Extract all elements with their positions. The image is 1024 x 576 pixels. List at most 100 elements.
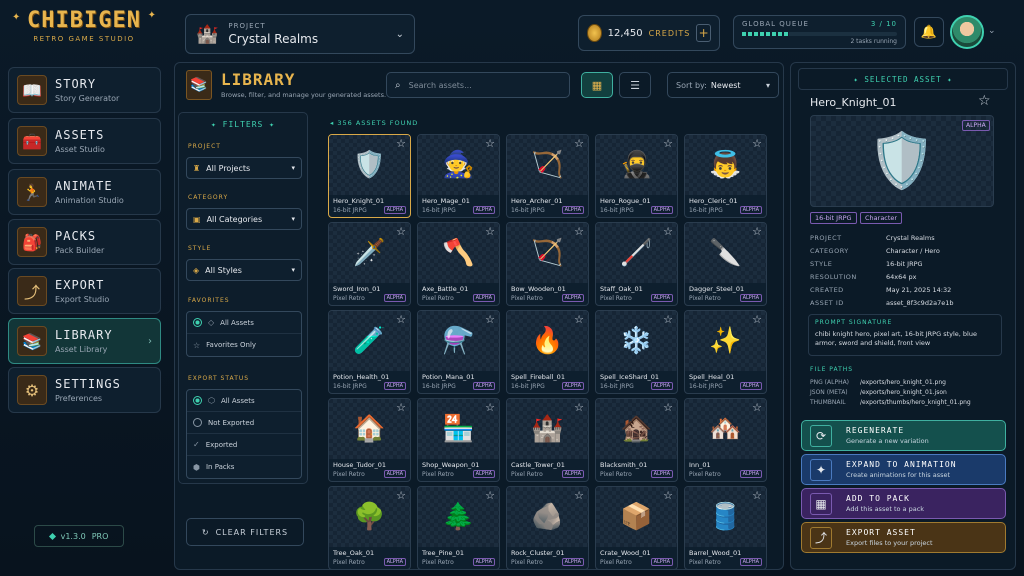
filter-style-value: All Styles <box>205 265 242 275</box>
animation-icon: ✦ <box>810 458 832 481</box>
asset-card[interactable]: 🔪 ☆ Dagger_Steel_01 Pixel Retro ALPHA <box>684 222 767 306</box>
search-input[interactable] <box>408 80 549 90</box>
sidebar-item-animate[interactable]: 🏃 ANIMATE Animation Studio <box>8 169 161 215</box>
filter-project-select[interactable]: ♜ All Projects ▾ <box>186 157 302 179</box>
clear-filters-button[interactable]: ↻ CLEAR FILTERS <box>186 518 304 546</box>
asset-card[interactable]: 🏰 ☆ Castle_Tower_01 Pixel Retro ALPHA <box>506 398 589 482</box>
favorite-star-icon[interactable]: ☆ <box>485 489 495 502</box>
action-subtitle: Create animations for this asset <box>846 471 951 479</box>
asset-card[interactable]: 🧙 ☆ Hero_Mage_01 16-bit JRPG ALPHA <box>417 134 500 218</box>
sidebar-item-assets[interactable]: 🧰 ASSETS Asset Studio <box>8 118 161 164</box>
export-option-all[interactable]: ⬡ All Assets <box>187 390 301 412</box>
asset-card[interactable]: 🦯 ☆ Staff_Oak_01 Pixel Retro ALPHA <box>595 222 678 306</box>
asset-thumbnail: 🪓 ☆ <box>418 223 499 283</box>
export-asset-button[interactable]: ⤴ EXPORT ASSET Export files to your proj… <box>801 522 1006 553</box>
favorites-option-all[interactable]: ◇ All Assets <box>187 312 301 334</box>
favorite-star-icon[interactable]: ☆ <box>574 225 584 238</box>
grid-icon: ▦ <box>591 78 603 92</box>
grid-view-button[interactable]: ▦ <box>581 72 613 98</box>
favorite-star-icon[interactable]: ☆ <box>752 137 762 150</box>
sidebar-item-subtitle: Asset Library <box>55 345 108 354</box>
favorite-star-icon[interactable]: ☆ <box>663 313 673 326</box>
favorite-star-icon[interactable]: ☆ <box>485 401 495 414</box>
export-option-in-packs[interactable]: ⬢ In Packs <box>187 456 301 478</box>
expand-to-animation-button[interactable]: ✦ EXPAND TO ANIMATION Create animations … <box>801 454 1006 485</box>
asset-style: Pixel Retro <box>689 558 721 566</box>
favorites-option-favorites[interactable]: ☆ Favorites Only <box>187 334 301 356</box>
favorite-star-icon[interactable]: ☆ <box>574 401 584 414</box>
asset-card[interactable]: ⚗️ ☆ Potion_Mana_01 16-bit JRPG ALPHA <box>417 310 500 394</box>
add-to-pack-button[interactable]: ▦ ADD TO PACK Add this asset to a pack <box>801 488 1006 519</box>
favorite-star-icon[interactable]: ☆ <box>396 137 406 150</box>
favorite-star-icon[interactable]: ☆ <box>396 401 406 414</box>
favorite-star-icon[interactable]: ☆ <box>574 313 584 326</box>
favorite-star-icon[interactable]: ☆ <box>752 313 762 326</box>
asset-card[interactable]: ✨ ☆ Spell_Heal_01 16-bit JRPG ALPHA <box>684 310 767 394</box>
asset-card[interactable]: 🏹 ☆ Bow_Wooden_01 Pixel Retro ALPHA <box>506 222 589 306</box>
asset-card[interactable]: 🥷 ☆ Hero_Rogue_01 16-bit JRPG ALPHA <box>595 134 678 218</box>
asset-card[interactable]: ❄️ ☆ Spell_IceShard_01 16-bit JRPG ALPHA <box>595 310 678 394</box>
sidebar-item-packs[interactable]: 🎒 PACKS Pack Builder <box>8 219 161 265</box>
favorite-star-icon[interactable]: ☆ <box>752 401 762 414</box>
favorite-star-icon[interactable]: ☆ <box>485 137 495 150</box>
alpha-badge: ALPHA <box>561 294 584 302</box>
favorite-star-icon[interactable]: ☆ <box>485 313 495 326</box>
queue-label: GLOBAL QUEUE <box>742 20 809 28</box>
list-view-button[interactable]: ☰ <box>619 72 651 98</box>
favorite-star-icon[interactable]: ☆ <box>396 225 406 238</box>
asset-card[interactable]: 🏠 ☆ House_Tudor_01 Pixel Retro ALPHA <box>328 398 411 482</box>
alpha-badge: ALPHA <box>383 206 406 214</box>
sidebar-item-library[interactable]: 📚 LIBRARY Asset Library › <box>8 318 161 364</box>
favorite-star-icon[interactable]: ☆ <box>978 93 991 109</box>
sidebar-item-settings[interactable]: ⚙ SETTINGS Preferences <box>8 367 161 413</box>
favorite-star-icon[interactable]: ☆ <box>663 137 673 150</box>
favorite-star-icon[interactable]: ☆ <box>752 225 762 238</box>
asset-card[interactable]: 🏹 ☆ Hero_Archer_01 16-bit JRPG ALPHA <box>506 134 589 218</box>
project-selector[interactable]: 🏰 PROJECT Crystal Realms ⌄ <box>185 14 415 54</box>
notifications-button[interactable]: 🔔 <box>914 17 944 47</box>
regenerate-button[interactable]: ⟳ REGENERATE Generate a new variation <box>801 420 1006 451</box>
asset-card[interactable]: 🧪 ☆ Potion_Health_01 16-bit JRPG ALPHA <box>328 310 411 394</box>
sort-dropdown[interactable]: Sort by: Newest ▾ <box>667 72 779 98</box>
sidebar-item-export[interactable]: ⤴ EXPORT Export Studio <box>8 268 161 314</box>
asset-card[interactable]: 🛡️ ☆ Hero_Knight_01 16-bit JRPG ALPHA <box>328 134 411 218</box>
asset-card[interactable]: 🗡️ ☆ Sword_Iron_01 Pixel Retro ALPHA <box>328 222 411 306</box>
property-row: STYLE 16-bit JRPG <box>810 260 923 268</box>
asset-art: ⚗️ <box>442 326 475 356</box>
favorite-star-icon[interactable]: ☆ <box>396 313 406 326</box>
favorite-star-icon[interactable]: ☆ <box>574 489 584 502</box>
favorite-star-icon[interactable]: ☆ <box>663 401 673 414</box>
asset-style: 16-bit JRPG <box>689 382 723 390</box>
sidebar-item-story[interactable]: 📖 STORY Story Generator <box>8 67 161 113</box>
asset-style: 16-bit JRPG <box>511 382 545 390</box>
asset-card[interactable]: 📦 ☆ Crate_Wood_01 Pixel Retro ALPHA <box>595 486 678 570</box>
add-credits-button[interactable]: + <box>696 24 711 42</box>
favorite-star-icon[interactable]: ☆ <box>752 489 762 502</box>
favorite-star-icon[interactable]: ☆ <box>574 137 584 150</box>
export-option-not-exported[interactable]: Not Exported <box>187 412 301 434</box>
favorite-star-icon[interactable]: ☆ <box>663 225 673 238</box>
project-label: PROJECT <box>228 22 266 30</box>
avatar[interactable] <box>950 15 984 49</box>
asset-card[interactable]: 🏪 ☆ Shop_Weapon_01 Pixel Retro ALPHA <box>417 398 500 482</box>
asset-card[interactable]: 🔥 ☆ Spell_Fireball_01 16-bit JRPG ALPHA <box>506 310 589 394</box>
favorite-star-icon[interactable]: ☆ <box>663 489 673 502</box>
asset-card[interactable]: 🌳 ☆ Tree_Oak_01 Pixel Retro ALPHA <box>328 486 411 570</box>
asset-card[interactable]: 🏘️ ☆ Inn_01 Pixel Retro ALPHA <box>684 398 767 482</box>
global-queue[interactable]: GLOBAL QUEUE 3 / 10 2 tasks running <box>733 15 906 49</box>
asset-card[interactable]: 🌲 ☆ Tree_Pine_01 Pixel Retro ALPHA <box>417 486 500 570</box>
export-option-exported[interactable]: ✓ Exported <box>187 434 301 456</box>
filter-category-select[interactable]: ▣ All Categories ▾ <box>186 208 302 230</box>
favorite-star-icon[interactable]: ☆ <box>485 225 495 238</box>
asset-card[interactable]: 🪓 ☆ Axe_Battle_01 Pixel Retro ALPHA <box>417 222 500 306</box>
asset-card[interactable]: 🛢️ ☆ Barrel_Wood_01 Pixel Retro ALPHA <box>684 486 767 570</box>
asset-card[interactable]: 👼 ☆ Hero_Cleric_01 16-bit JRPG ALPHA <box>684 134 767 218</box>
favorite-star-icon[interactable]: ☆ <box>396 489 406 502</box>
asset-card[interactable]: 🪨 ☆ Rock_Cluster_01 Pixel Retro ALPHA <box>506 486 589 570</box>
asset-card[interactable]: 🏚️ ☆ Blacksmith_01 Pixel Retro ALPHA <box>595 398 678 482</box>
filter-style-select[interactable]: ◈ All Styles ▾ <box>186 259 302 281</box>
queue-progress-bar <box>742 32 897 36</box>
chevron-down-icon[interactable]: ⌄ <box>988 26 996 36</box>
alpha-badge: ALPHA <box>472 206 495 214</box>
search-box[interactable]: ⌕ <box>386 72 570 98</box>
